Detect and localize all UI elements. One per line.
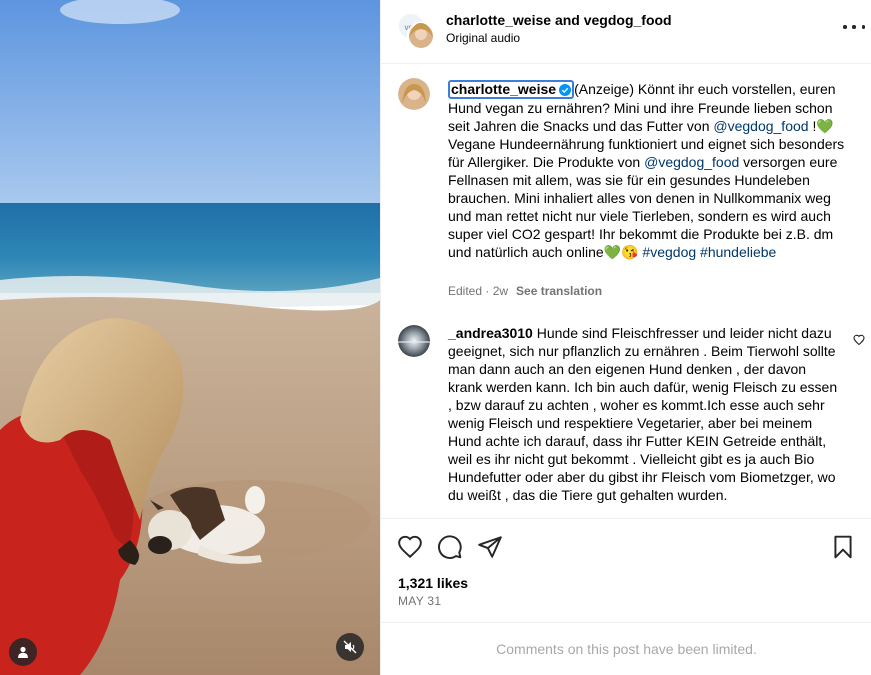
muted-speaker-icon bbox=[343, 640, 357, 654]
like-button[interactable] bbox=[397, 534, 423, 560]
share-icon bbox=[478, 536, 502, 558]
collab-avatar-icon: veg bbox=[397, 12, 435, 50]
post-author-names[interactable]: charlotte_weise and vegdog_food bbox=[446, 12, 672, 28]
bookmark-icon bbox=[834, 535, 852, 559]
audio-muted-button[interactable] bbox=[336, 633, 364, 661]
beach-video-frame bbox=[0, 0, 380, 675]
original-audio-link[interactable]: Original audio bbox=[446, 31, 520, 45]
caption-author-avatar[interactable] bbox=[398, 78, 430, 110]
comment-username[interactable]: _andrea3010 bbox=[448, 325, 533, 341]
hashtag-link[interactable]: #vegdog bbox=[642, 244, 696, 260]
verified-badge-icon bbox=[559, 84, 572, 96]
caption-username[interactable]: charlotte_weise bbox=[448, 80, 575, 99]
post-date[interactable]: MAY 31 bbox=[398, 594, 441, 608]
comment-like-button[interactable] bbox=[853, 333, 865, 351]
caption-meta: Edited · 2w See translation bbox=[448, 284, 602, 298]
user-icon bbox=[18, 646, 28, 658]
comment-button[interactable] bbox=[437, 534, 463, 560]
comment-item: _andrea3010 Hunde sind Fleischfresser un… bbox=[448, 324, 843, 504]
post-actions-bar: 1,321 likes MAY 31 bbox=[381, 518, 871, 623]
comment-text: Hunde sind Fleischfresser und leider nic… bbox=[448, 325, 838, 503]
post-caption: charlotte_weise (Anzeige) Könnt ihr euch … bbox=[448, 80, 856, 261]
commenter-avatar[interactable] bbox=[398, 325, 430, 357]
post-video[interactable] bbox=[0, 0, 380, 675]
mention-link[interactable]: @vegdog_food bbox=[644, 154, 739, 170]
see-translation-button[interactable]: See translation bbox=[516, 284, 602, 298]
post-header: veg charlotte_weise and vegdog_food Orig… bbox=[381, 0, 871, 64]
post-details-panel: veg charlotte_weise and vegdog_food Orig… bbox=[380, 0, 871, 675]
save-button[interactable] bbox=[830, 534, 856, 560]
comment-icon bbox=[438, 535, 462, 559]
likes-count[interactable]: 1,321 likes bbox=[398, 575, 468, 591]
share-button[interactable] bbox=[477, 534, 503, 560]
heart-icon bbox=[398, 535, 422, 559]
comments-scroll-area[interactable]: charlotte_weise (Anzeige) Könnt ihr euch … bbox=[381, 65, 871, 517]
comments-limited-notice: Comments on this post have been limited. bbox=[381, 622, 871, 675]
mention-link[interactable]: @vegdog_food bbox=[713, 118, 808, 134]
heart-icon bbox=[853, 334, 865, 346]
post-view: veg charlotte_weise and vegdog_food Orig… bbox=[0, 0, 871, 675]
profile-picture-icon bbox=[398, 78, 430, 110]
profile-picture-icon bbox=[398, 325, 430, 357]
edited-timestamp: Edited · 2w bbox=[448, 284, 509, 298]
tagged-users-button[interactable] bbox=[9, 638, 37, 666]
more-options-icon[interactable] bbox=[843, 20, 865, 34]
hashtag-link[interactable]: #hundeliebe bbox=[700, 244, 776, 260]
collab-avatars[interactable]: veg bbox=[397, 12, 435, 50]
